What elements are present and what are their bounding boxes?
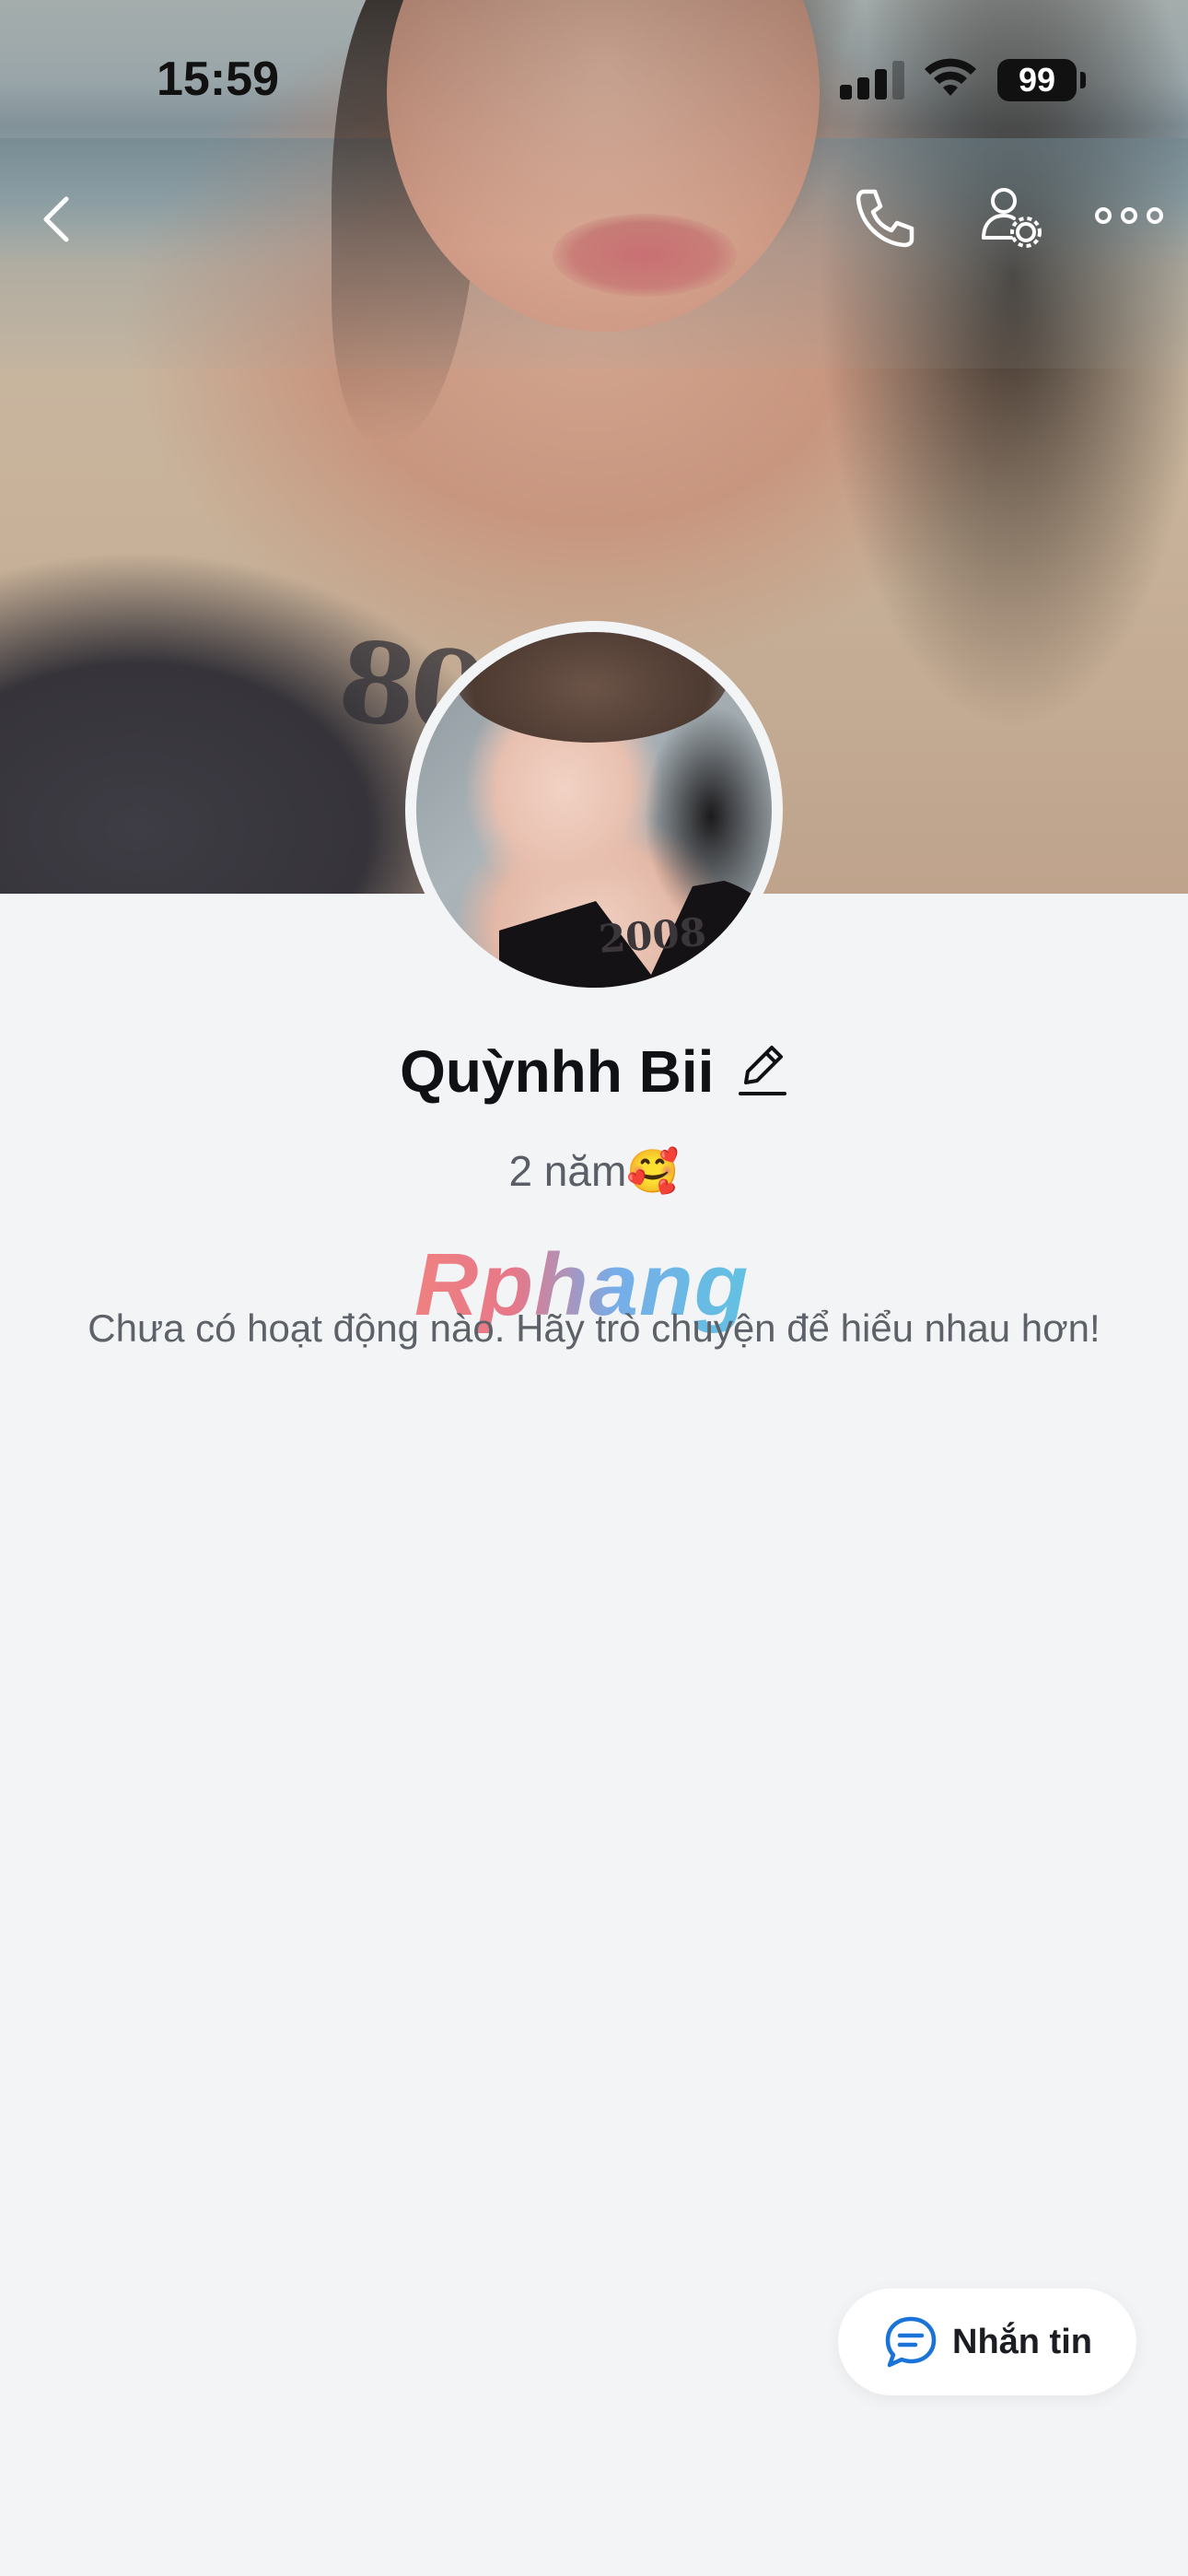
chat-bubble-icon [885, 2316, 937, 2368]
send-message-button[interactable]: Nhắn tin [838, 2289, 1136, 2395]
avatar-tattoo: 2008 [597, 908, 708, 963]
profile-bio: 2 năm🥰 [508, 1147, 680, 1195]
send-message-label: Nhắn tin [952, 2322, 1092, 2361]
status-time: 15:59 [157, 53, 279, 106]
profile-name-row: Quỳnhh Bii [0, 1037, 1188, 1106]
profile-name: Quỳnhh Bii [400, 1038, 715, 1105]
more-horizontal-icon [1095, 207, 1163, 224]
user-settings-icon [982, 188, 1042, 248]
avatar-frame[interactable]: 2008 [405, 621, 783, 999]
back-button[interactable] [33, 184, 107, 258]
battery-indicator: 99 [997, 59, 1086, 101]
empty-activity-message: Chưa có hoạt động nào. Hãy trò chuyện để… [87, 1306, 1101, 1350]
avatar[interactable]: 2008 [416, 632, 772, 988]
wifi-icon [925, 58, 976, 96]
cellular-signal-icon [840, 59, 904, 100]
avatar-hair [453, 632, 729, 743]
edit-name-button[interactable] [737, 1040, 788, 1104]
pencil-icon [738, 1045, 786, 1095]
chevron-left-icon [43, 196, 69, 242]
profile-settings-button[interactable] [974, 181, 1048, 254]
more-options-button[interactable] [1092, 184, 1166, 249]
phone-icon [856, 189, 914, 248]
call-button[interactable] [847, 181, 921, 254]
